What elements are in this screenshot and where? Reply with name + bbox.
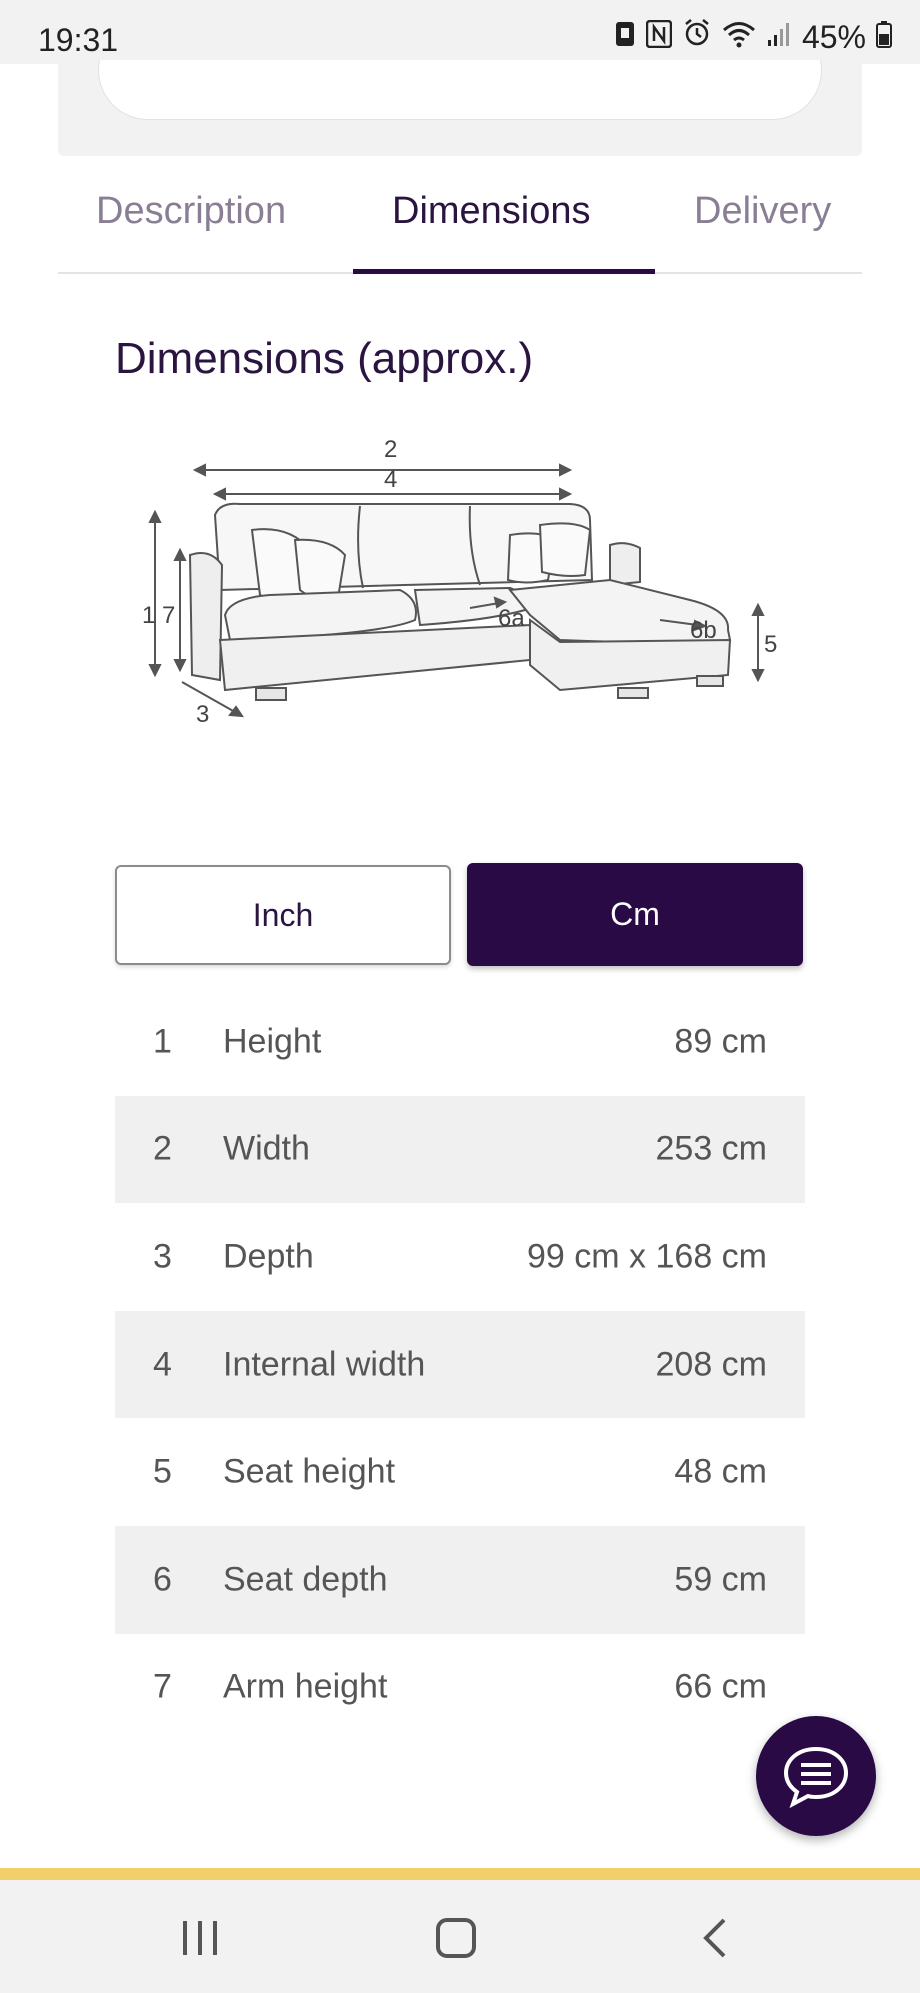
dimensions-table: 1 Height 89 cm 2 Width 253 cm 3 Depth 99… <box>115 988 805 1741</box>
row-number: 5 <box>153 1452 172 1491</box>
row-label: Seat height <box>223 1452 396 1491</box>
table-row: 3 Depth 99 cm x 168 cm <box>115 1203 805 1311</box>
table-row: 2 Width 253 cm <box>115 1095 805 1204</box>
chat-bubble-icon <box>783 1746 849 1809</box>
diagram-label-7: 7 <box>162 602 175 629</box>
row-value: 208 cm <box>655 1345 768 1384</box>
row-number: 4 <box>153 1345 172 1384</box>
row-value: 99 cm x 168 cm <box>527 1237 767 1276</box>
app-notification-icon <box>614 18 636 56</box>
row-label: Height <box>223 1022 322 1061</box>
status-time: 19:31 <box>38 22 119 58</box>
row-number: 1 <box>153 1022 172 1061</box>
row-number: 3 <box>153 1237 172 1276</box>
product-tabs: Description Dimensions Delivery <box>58 170 862 274</box>
row-number: 6 <box>153 1560 172 1599</box>
diagram-label-1: 1 <box>142 602 155 629</box>
battery-icon <box>876 19 892 56</box>
row-label: Width <box>223 1129 310 1168</box>
row-number: 7 <box>153 1667 172 1706</box>
inch-button[interactable]: Inch <box>115 865 451 965</box>
nfc-icon <box>645 19 673 56</box>
tab-dimensions[interactable]: Dimensions <box>392 190 591 233</box>
tab-delivery[interactable]: Delivery <box>694 190 831 233</box>
diagram-label-6b: 6b <box>690 617 717 644</box>
accent-bar <box>0 1868 920 1880</box>
table-row: 6 Seat depth 59 cm <box>115 1525 805 1634</box>
cm-button[interactable]: Cm <box>467 863 803 966</box>
recent-apps-icon <box>183 1921 217 1955</box>
tab-description[interactable]: Description <box>96 190 286 233</box>
row-label: Depth <box>223 1237 314 1276</box>
recent-apps-button[interactable] <box>160 1908 240 1968</box>
status-bar: 19:31 45% <box>0 0 920 64</box>
wifi-icon <box>722 19 756 56</box>
row-value: 89 cm <box>674 1022 767 1061</box>
search-input[interactable] <box>98 60 822 120</box>
diagram-label-2: 2 <box>384 436 397 463</box>
signal-icon <box>766 19 792 56</box>
back-icon <box>703 1918 726 1958</box>
diagram-label-4: 4 <box>384 466 397 493</box>
status-icons: 45% <box>614 18 892 56</box>
row-label: Arm height <box>223 1667 388 1706</box>
row-value: 253 cm <box>655 1129 768 1168</box>
home-icon <box>436 1918 476 1958</box>
row-label: Internal width <box>223 1345 426 1384</box>
table-row: 7 Arm height 66 cm <box>115 1634 805 1742</box>
row-value: 59 cm <box>674 1560 767 1599</box>
search-area <box>58 60 862 156</box>
home-button[interactable] <box>416 1908 496 1968</box>
system-nav-bar <box>0 1880 920 1993</box>
section-title: Dimensions (approx.) <box>115 334 534 383</box>
row-number: 2 <box>153 1129 172 1168</box>
table-row: 4 Internal width 208 cm <box>115 1310 805 1419</box>
row-label: Seat depth <box>223 1560 388 1599</box>
diagram-label-3: 3 <box>196 701 209 728</box>
battery-percent: 45% <box>801 18 866 55</box>
table-row: 1 Height 89 cm <box>115 988 805 1096</box>
chat-button[interactable] <box>756 1716 876 1836</box>
diagram-label-5: 5 <box>764 631 777 658</box>
alarm-icon <box>682 18 712 56</box>
row-value: 48 cm <box>674 1452 767 1491</box>
table-row: 5 Seat height 48 cm <box>115 1418 805 1526</box>
row-value: 66 cm <box>674 1667 767 1706</box>
unit-toggle: Inch Cm <box>115 863 805 970</box>
back-button[interactable] <box>675 1908 755 1968</box>
sofa-dimension-diagram: 2 4 1 7 3 6a 6b 5 <box>142 436 777 728</box>
active-tab-indicator <box>353 269 655 274</box>
diagram-label-6a: 6a <box>498 605 525 632</box>
